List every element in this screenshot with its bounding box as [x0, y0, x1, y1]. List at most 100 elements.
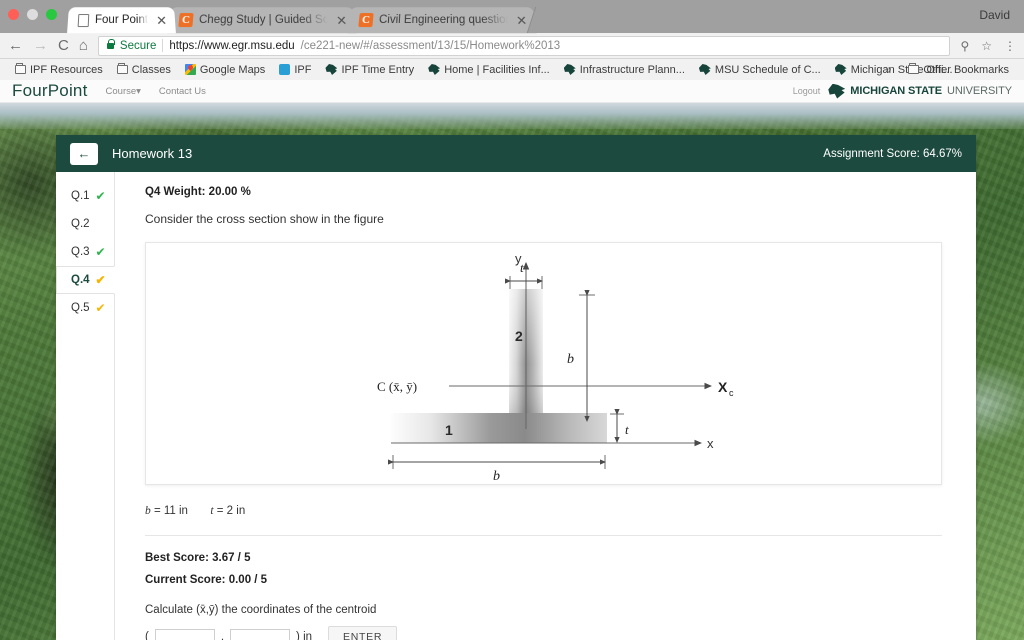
minimize-window-button[interactable]	[27, 9, 38, 20]
bookmark-label: IPF	[294, 64, 311, 76]
bookmark-ipf-resources[interactable]: IPF Resources	[8, 64, 110, 76]
bookmarks-bar-right: » Other Bookmarks	[885, 64, 1016, 76]
browser-profile-name[interactable]: David	[979, 8, 1010, 22]
folder-icon	[908, 65, 919, 74]
best-score: Best Score: 3.67 / 5	[145, 552, 942, 564]
sidebar-item-q3[interactable]: Q.3 ✔	[56, 238, 114, 266]
close-window-button[interactable]	[8, 9, 19, 20]
chevron-down-icon: ▾	[136, 86, 141, 97]
reload-icon[interactable]: C	[58, 38, 69, 53]
t-value: = 2 in	[217, 505, 245, 517]
spartan-icon	[564, 64, 576, 75]
xc-axis-label: X	[718, 379, 728, 395]
paren-close-unit: ) in	[296, 631, 312, 640]
area-1-label: 1	[445, 422, 453, 438]
b-width-label: b	[493, 469, 500, 484]
spartan-icon	[835, 64, 847, 75]
other-bookmarks-folder[interactable]: Other Bookmarks	[901, 64, 1016, 76]
given-dimensions: b = 11 in t = 2 in	[145, 505, 942, 517]
assignment-score: Assignment Score: 64.67%	[823, 148, 962, 160]
close-icon[interactable]: ✕	[515, 14, 527, 27]
browser-tab-civil-engineering[interactable]: C Civil Engineering question | Ch ✕	[347, 7, 536, 33]
bookmark-classes[interactable]: Classes	[110, 64, 178, 76]
tab-title: Chegg Study | Guided Solution	[198, 14, 328, 26]
site-navbar-right: Logout MICHIGAN STATE UNIVERSITY	[793, 84, 1012, 99]
sidebar-item-label: Q.1	[71, 190, 90, 202]
page-title: Homework 13	[112, 146, 192, 161]
sidebar-item-label: Q.5	[71, 302, 90, 314]
comma-separator: ,	[221, 631, 224, 640]
logout-button[interactable]: Logout	[793, 86, 821, 96]
bookmark-label: IPF Resources	[30, 64, 103, 76]
sidebar-item-q4[interactable]: Q.4 ✔	[56, 266, 115, 294]
answer-row: ( , ) in ENTER	[145, 626, 942, 640]
question-prompt: Consider the cross section show in the f…	[145, 212, 942, 226]
bookmark-label: MSU Schedule of C...	[715, 64, 821, 76]
status-check-icon: ✔	[96, 190, 106, 202]
paren-open: (	[145, 631, 149, 640]
close-icon[interactable]: ✕	[335, 14, 347, 27]
bookmark-label: Home | Facilities Inf...	[444, 64, 550, 76]
document-icon	[78, 14, 90, 27]
browser-tab-chegg-study[interactable]: C Chegg Study | Guided Solution ✕	[167, 7, 356, 33]
assignment-body: Q.1 ✔ Q.2 Q.3 ✔ Q.4 ✔ Q.5	[56, 172, 976, 640]
lock-icon	[107, 43, 114, 49]
bookmarks-overflow-icon[interactable]: »	[885, 64, 891, 76]
sidebar-item-label: Q.3	[71, 246, 90, 258]
url-host: https://www.egr.msu.edu	[169, 40, 294, 52]
search-icon[interactable]: ⚲	[960, 39, 969, 53]
sidebar-item-q2[interactable]: Q.2	[56, 210, 114, 238]
nav-item-contact-us[interactable]: Contact Us	[159, 86, 206, 97]
bookmark-infrastructure-planning[interactable]: Infrastructure Plann...	[557, 64, 692, 76]
status-check-icon: ✔	[96, 302, 106, 314]
close-icon[interactable]: ✕	[156, 14, 168, 27]
b-value: = 11 in	[154, 505, 188, 517]
enter-button[interactable]: ENTER	[328, 626, 397, 640]
bookmark-msu-schedule[interactable]: MSU Schedule of C...	[692, 64, 828, 76]
browser-tab-four-point[interactable]: Four Point ✕	[67, 7, 176, 33]
bookmark-ipf-time-entry[interactable]: IPF Time Entry	[318, 64, 421, 76]
bookmark-label: Google Maps	[200, 64, 265, 76]
x-axis-label: x	[707, 436, 714, 451]
security-label: Secure	[120, 40, 156, 52]
bookmark-label: Classes	[132, 64, 171, 76]
y-centroid-input[interactable]	[230, 629, 290, 640]
spartan-helmet-icon	[828, 84, 845, 99]
star-icon[interactable]: ☆	[981, 39, 992, 53]
x-centroid-input[interactable]	[155, 629, 215, 640]
divider	[162, 39, 163, 52]
bookmark-ipf[interactable]: IPF	[272, 64, 318, 76]
forward-arrow-icon[interactable]: →	[33, 38, 48, 53]
assignment-header: ← Homework 13 Assignment Score: 64.67%	[56, 135, 976, 172]
t-top-label: t	[520, 260, 524, 275]
back-button[interactable]: ←	[70, 143, 98, 165]
tab-strip: Four Point ✕ C Chegg Study | Guided Solu…	[0, 0, 1024, 33]
folder-icon	[117, 65, 128, 74]
spartan-icon	[428, 64, 440, 75]
t-section-diagram-svg: y x X c C (x̄, ȳ)	[329, 243, 759, 486]
page-body: ← Homework 13 Assignment Score: 64.67% Q…	[0, 103, 1024, 640]
google-maps-icon	[185, 64, 196, 75]
maximize-window-button[interactable]	[46, 9, 57, 20]
bookmark-home-facilities[interactable]: Home | Facilities Inf...	[421, 64, 557, 76]
sidebar-item-q1[interactable]: Q.1 ✔	[56, 182, 114, 210]
area-2-label: 2	[515, 328, 523, 344]
bookmarks-bar: IPF Resources Classes Google Maps IPF IP…	[0, 59, 1024, 81]
ipf-icon	[279, 64, 290, 75]
university-name-light: UNIVERSITY	[947, 85, 1012, 97]
nav-item-course[interactable]: Course▾	[106, 86, 141, 97]
t-symbol: t	[210, 505, 213, 517]
home-icon[interactable]: ⌂	[79, 38, 88, 53]
back-arrow-icon[interactable]: ←	[8, 38, 23, 53]
brand-logo[interactable]: FourPoint	[12, 81, 88, 101]
bookmark-label: Other Bookmarks	[923, 64, 1009, 76]
background-sky	[0, 103, 1024, 129]
answer-instruction: Calculate (x̄,ȳ) the coordinates of the …	[145, 604, 942, 616]
three-dot-menu-icon[interactable]: ⋮	[1004, 39, 1016, 53]
url-input[interactable]: Secure https://www.egr.msu.edu/ce221-new…	[98, 36, 951, 56]
bookmark-google-maps[interactable]: Google Maps	[178, 64, 272, 76]
b-symbol: b	[145, 505, 151, 517]
question-weight: Q4 Weight: 20.00 %	[145, 186, 942, 198]
sidebar-item-q5[interactable]: Q.5 ✔	[56, 294, 114, 322]
folder-icon	[15, 65, 26, 74]
